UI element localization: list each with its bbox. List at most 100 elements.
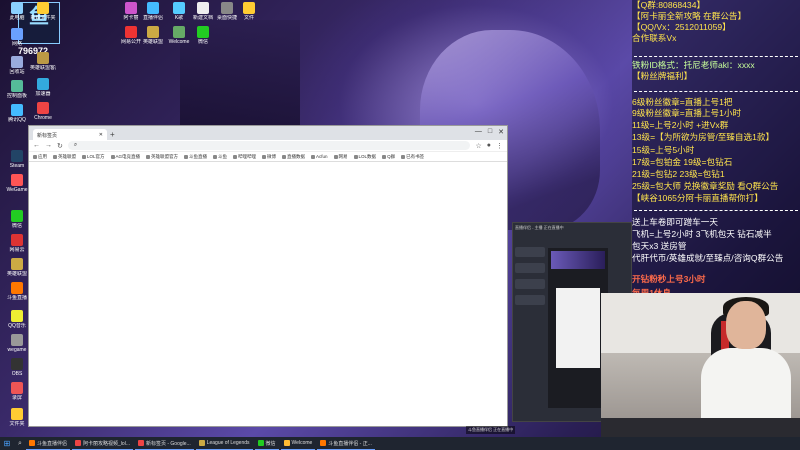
bookmark-item[interactable]: 哔哩哔哩: [233, 154, 256, 160]
bookmark-item[interactable]: 斗鱼: [213, 154, 227, 160]
address-bar[interactable]: ⌕: [67, 141, 471, 150]
desktop-icon[interactable]: 回收站: [4, 56, 30, 75]
overlay-text-line: 【Q群:80868434】: [632, 0, 706, 10]
bookmark-item[interactable]: AG电竞直播: [110, 153, 141, 160]
app-icon: [11, 258, 23, 270]
bookmark-item[interactable]: Q群: [382, 154, 395, 160]
desktop-icon[interactable]: 录屏: [4, 382, 30, 401]
desktop-icon[interactable]: 英雄联盟客户端: [30, 52, 56, 71]
taskbar-app-button[interactable]: 微信: [254, 437, 279, 450]
desktop-icon[interactable]: 此电脑: [4, 2, 30, 21]
tab-strip: 新标签页 ✕ + — □ ✕: [29, 126, 507, 140]
bookmark-label: 哔哩哔哩: [238, 153, 257, 159]
desktop-icon[interactable]: WeGame: [4, 174, 30, 193]
streaming-app-sidebar: [515, 247, 545, 305]
taskbar-app-label: 微信: [265, 440, 276, 447]
tab-new-tab[interactable]: 新标签页 ✕: [33, 129, 107, 140]
bookmark-label: AG电竞直播: [115, 153, 141, 159]
bookmark-label: 已有书签: [406, 153, 425, 159]
page-content: [29, 162, 507, 426]
taskbar-app-button[interactable]: 斗鱼直播伴侣: [26, 437, 71, 450]
preview-thumbnail: [551, 251, 605, 269]
browser-window[interactable]: 新标签页 ✕ + — □ ✕ ← → ↻ ⌕ ☆ ● ⋮ 应用 英雄联盟 LOL官方…: [28, 125, 508, 427]
desktop-icon-label: 文件: [243, 15, 254, 21]
taskbar: ⊞ ⌕ 斗鱼直播伴侣 阿卡丽攻略视频_lol... 新标签页 - Google...…: [0, 437, 800, 450]
taskbar-app-button[interactable]: Welcome: [280, 437, 316, 450]
desktop-icon[interactable]: Welcome: [166, 26, 192, 45]
taskbar-app-label: 斗鱼直播伴侣 - 正...: [328, 440, 372, 447]
bookmark-label: 微博: [267, 153, 277, 159]
taskbar-app-icon: [137, 440, 144, 446]
minimize-button[interactable]: —: [475, 128, 482, 136]
bookmark-item[interactable]: Acfun: [311, 154, 328, 159]
bookmark-item[interactable]: 英雄联盟官方: [146, 154, 178, 160]
desktop-icon[interactable]: wegame: [4, 334, 30, 353]
menu-icon[interactable]: ⋮: [496, 142, 503, 150]
bookmark-item[interactable]: 已有书签: [401, 154, 424, 160]
desktop-icon[interactable]: QQ音乐: [4, 310, 30, 329]
profile-icon[interactable]: ●: [487, 142, 491, 149]
desktop-icon[interactable]: Steam: [4, 150, 30, 169]
desktop-icon-label: K歌: [174, 15, 184, 21]
overlay-text-line: 铁粉ID格式：托尼老师akl：xxxx: [632, 60, 755, 70]
audio-button[interactable]: [515, 279, 545, 289]
desktop-icon[interactable]: 加速器: [30, 78, 56, 97]
reload-icon[interactable]: ↻: [57, 142, 63, 150]
taskbar-app-button[interactable]: 阿卡丽攻略视频_lol...: [72, 437, 133, 450]
taskbar-app-icon: [320, 440, 327, 446]
star-icon[interactable]: ☆: [475, 142, 481, 150]
desktop-icon[interactable]: Chrome: [30, 102, 56, 121]
desktop-icon[interactable]: 腾讯QQ: [4, 104, 30, 123]
taskbar-app-button[interactable]: League of Legends: [195, 437, 253, 450]
source-button[interactable]: [515, 263, 545, 273]
search-icon[interactable]: ⌕: [14, 437, 26, 450]
desktop-icon-label: wegame: [7, 347, 27, 353]
desktop-icon[interactable]: OBS: [4, 358, 30, 377]
bookmark-item[interactable]: 网易: [333, 154, 348, 160]
desktop-icon[interactable]: 微信: [190, 26, 216, 45]
desktop-icon[interactable]: 斗鱼直播: [4, 282, 30, 301]
bookmark-favicon-icon: [382, 154, 387, 159]
desktop-icon[interactable]: K歌: [166, 2, 192, 21]
scene-button[interactable]: [515, 247, 545, 257]
new-tab-button[interactable]: +: [110, 130, 120, 140]
bookmark-favicon-icon: [184, 154, 189, 159]
desktop-icon[interactable]: 文件夹: [4, 408, 30, 427]
back-icon[interactable]: ←: [33, 142, 40, 149]
taskbar-apps: 斗鱼直播伴侣 阿卡丽攻略视频_lol... 新标签页 - Google... Leag…: [26, 437, 377, 450]
app-icon: [11, 104, 23, 116]
bookmark-item[interactable]: 微博: [262, 154, 276, 160]
taskbar-app-icon: [283, 440, 290, 446]
bookmark-favicon-icon: [233, 154, 238, 159]
app-icon: [11, 2, 23, 14]
desktop-icon[interactable]: 英雄联盟: [140, 26, 166, 45]
taskbar-app-button[interactable]: 新标签页 - Google...: [134, 437, 194, 450]
desktop-icon[interactable]: 新建文件夹: [30, 2, 56, 21]
desktop-icon[interactable]: 控制面板: [4, 80, 30, 99]
close-button[interactable]: ✕: [498, 128, 504, 136]
taskbar-app-button[interactable]: 斗鱼直播伴侣 - 正...: [317, 437, 375, 450]
maximize-button[interactable]: □: [488, 128, 492, 136]
desktop-icon[interactable]: 直播伴侣: [140, 2, 166, 21]
desktop-icon[interactable]: 网络: [4, 28, 30, 47]
bookmark-item[interactable]: 直播数据: [282, 154, 305, 160]
bookmark-item[interactable]: LOL官方: [82, 154, 105, 160]
bookmark-item[interactable]: 英雄联盟: [53, 154, 76, 160]
bookmark-item[interactable]: LOL数据: [353, 154, 376, 160]
bookmark-item[interactable]: 斗鱼直播: [184, 154, 207, 160]
windows-start-icon[interactable]: ⊞: [0, 437, 14, 450]
bookmark-favicon-icon: [82, 154, 86, 159]
settings-button[interactable]: [515, 295, 545, 305]
app-icon: [11, 210, 23, 222]
tab-close-icon[interactable]: ✕: [99, 132, 103, 138]
desktop-icon[interactable]: 新建文档: [190, 2, 216, 21]
desktop-icon[interactable]: 微信: [4, 210, 30, 229]
desktop-icon[interactable]: 英雄联盟: [4, 258, 30, 277]
taskbar-notification[interactable]: 斗鱼直播伴侣 正在直播中: [466, 426, 516, 434]
desktop-icon-label: 英雄联盟: [142, 39, 163, 45]
bookmark-favicon-icon: [53, 154, 57, 159]
desktop-icon[interactable]: 文件: [236, 2, 262, 21]
forward-icon[interactable]: →: [45, 142, 52, 149]
bookmark-item[interactable]: 应用: [33, 154, 47, 160]
desktop-icon[interactable]: 网易云: [4, 234, 30, 253]
